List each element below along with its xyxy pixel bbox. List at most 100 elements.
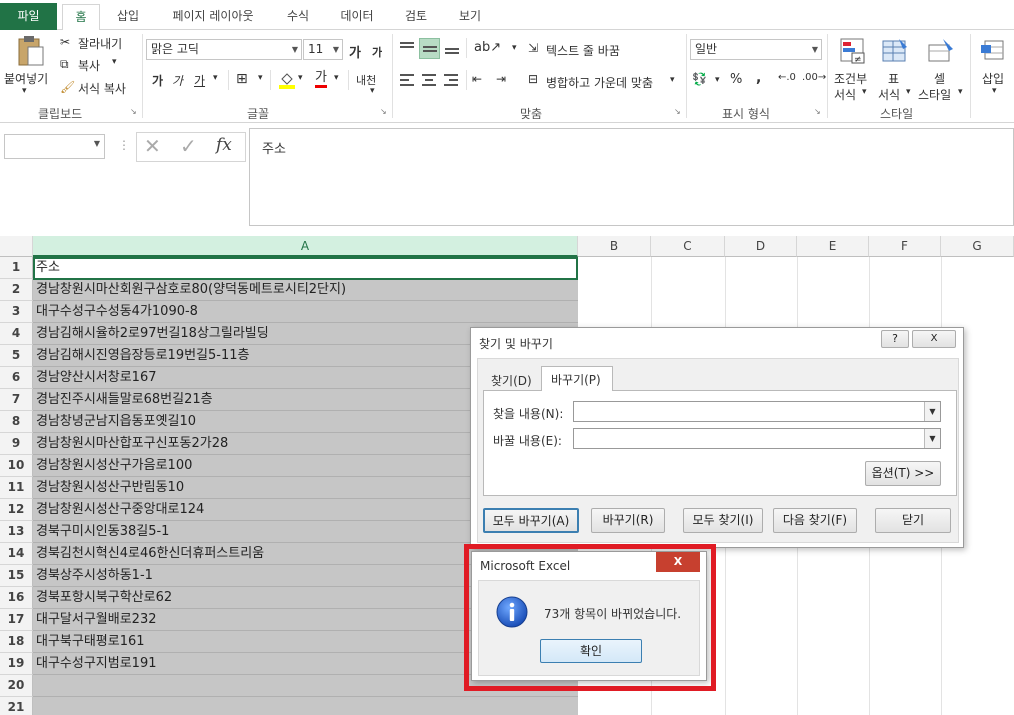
copy-icon[interactable]: ⧉	[60, 57, 69, 72]
tab-data[interactable]: 데이터	[332, 4, 382, 30]
orientation-dropdown-icon[interactable]: ▾	[512, 43, 517, 53]
row-header[interactable]: 10	[0, 455, 33, 477]
merge-center-button[interactable]: 병합하고 가운데 맞춤	[546, 74, 653, 91]
chevron-down-icon[interactable]: ▼	[924, 402, 940, 421]
row-header[interactable]: 13	[0, 521, 33, 543]
align-left-icon[interactable]	[398, 71, 416, 89]
border-icon[interactable]: ⊞	[236, 71, 248, 87]
tab-home[interactable]: 홈	[62, 4, 100, 31]
font-name-select[interactable]: 맑은 고딕 ▼	[146, 39, 302, 60]
font-size-select[interactable]: 11 ▼	[303, 39, 343, 60]
grow-font-button[interactable]: 가	[349, 42, 361, 61]
row-header[interactable]: 7	[0, 389, 33, 411]
format-as-table-button[interactable]: 표	[888, 70, 899, 87]
merge-center-icon[interactable]: ⊟	[528, 72, 538, 86]
row-header[interactable]: 4	[0, 323, 33, 345]
copy-button[interactable]: 복사	[78, 57, 100, 74]
insert-cells-icon[interactable]	[980, 36, 1008, 64]
cell-styles-button[interactable]: 셀	[934, 70, 945, 87]
row-header[interactable]: 12	[0, 499, 33, 521]
number-launcher-icon[interactable]: ↘	[814, 107, 821, 116]
tab-find[interactable]: 찾기(D)	[491, 372, 532, 389]
name-box[interactable]: ▼	[4, 134, 105, 159]
row-header[interactable]: 16	[0, 587, 33, 609]
paste-icon[interactable]	[14, 34, 48, 68]
italic-button[interactable]: 가	[172, 72, 183, 89]
cell-a[interactable]	[33, 697, 578, 715]
number-format-select[interactable]: 일반 ▼	[690, 39, 822, 60]
replace-button[interactable]: 바꾸기(R)	[591, 508, 665, 533]
alignment-launcher-icon[interactable]: ↘	[674, 107, 681, 116]
chevron-down-icon[interactable]: ▼	[924, 429, 940, 448]
decrease-decimal-icon[interactable]: .00→	[802, 72, 826, 83]
find-next-button[interactable]: 다음 찾기(F)	[773, 508, 857, 533]
percent-button[interactable]: %	[730, 72, 742, 87]
insert-cells-button[interactable]: 삽입	[982, 70, 1004, 87]
shrink-font-button[interactable]: 가	[372, 44, 382, 60]
cancel-icon[interactable]: ✕	[144, 134, 161, 158]
row-header[interactable]: 15	[0, 565, 33, 587]
conditional-dropdown-icon[interactable]: ▾	[862, 87, 867, 97]
cell-styles-dropdown-icon[interactable]: ▾	[958, 87, 963, 97]
row-header[interactable]: 18	[0, 631, 33, 653]
column-header-g[interactable]: G	[941, 236, 1014, 257]
column-header-c[interactable]: C	[651, 236, 725, 257]
conditional-format-button[interactable]: 조건부	[834, 70, 867, 87]
find-all-button[interactable]: 모두 찾기(I)	[683, 508, 763, 533]
phonetic-dropdown-icon[interactable]: ▾	[370, 86, 375, 96]
wrap-text-button[interactable]: 텍스트 줄 바꿈	[546, 42, 620, 59]
tab-replace[interactable]: 바꾸기(P)	[551, 371, 601, 388]
align-center-icon[interactable]	[420, 71, 438, 89]
row-header[interactable]: 17	[0, 609, 33, 631]
conditional-format-icon[interactable]: ≠	[838, 36, 868, 66]
bold-button[interactable]: 가	[152, 72, 163, 89]
decrease-indent-icon[interactable]: ⇤	[472, 72, 482, 86]
replace-all-button[interactable]: 모두 바꾸기(A)	[483, 508, 579, 533]
replace-input[interactable]: ▼	[573, 428, 941, 449]
font-color-dropdown-icon[interactable]: ▾	[334, 73, 339, 83]
border-dropdown-icon[interactable]: ▾	[258, 73, 263, 83]
enter-icon[interactable]: ✓	[180, 134, 197, 158]
increase-decimal-icon[interactable]: ←.0	[778, 72, 796, 83]
merge-dropdown-icon[interactable]: ▾	[670, 75, 675, 85]
wrap-text-icon[interactable]: ⇲	[528, 41, 538, 55]
format-painter-icon[interactable]: 🖌	[60, 80, 75, 94]
font-color-button[interactable]: 가	[315, 70, 327, 88]
row-header[interactable]: 5	[0, 345, 33, 367]
options-button[interactable]: 옵션(T) >>	[865, 461, 941, 486]
format-as-table-icon[interactable]	[880, 36, 910, 66]
column-header-b[interactable]: B	[578, 236, 651, 257]
column-header-f[interactable]: F	[869, 236, 941, 257]
insert-dropdown-icon[interactable]: ▾	[992, 86, 997, 96]
cut-icon[interactable]: ✂	[60, 35, 70, 49]
row-header[interactable]: 20	[0, 675, 33, 697]
row-header[interactable]: 21	[0, 697, 33, 715]
align-middle-icon[interactable]	[419, 38, 440, 59]
tab-file[interactable]: 파일	[0, 3, 57, 30]
tab-page-layout[interactable]: 페이지 레이아웃	[160, 4, 266, 30]
paste-button[interactable]: 붙여넣기	[4, 70, 48, 87]
table-dropdown-icon[interactable]: ▾	[906, 87, 911, 97]
row-header[interactable]: 11	[0, 477, 33, 499]
orientation-icon[interactable]: ab↗	[474, 40, 501, 55]
tab-insert[interactable]: 삽입	[108, 4, 148, 30]
align-right-icon[interactable]	[442, 71, 460, 89]
column-header-a[interactable]: A	[33, 236, 578, 257]
format-painter-button[interactable]: 서식 복사	[78, 80, 126, 97]
tab-review[interactable]: 검토	[394, 4, 438, 30]
cell-a[interactable]: 대구수성구수성동4가1090-8	[33, 301, 578, 323]
row-header[interactable]: 1	[0, 257, 33, 279]
help-button[interactable]: ?	[881, 330, 909, 348]
copy-dropdown-icon[interactable]: ▾	[112, 57, 117, 67]
font-launcher-icon[interactable]: ↘	[380, 107, 387, 116]
accounting-dropdown-icon[interactable]: ▾	[715, 75, 720, 85]
cell-a[interactable]: 경남창원시마산회원구삼호로80(양덕동메트로시티2단지)	[33, 279, 578, 301]
cut-button[interactable]: 잘라내기	[78, 35, 122, 52]
dialog-close-button[interactable]: X	[912, 330, 956, 348]
column-header-d[interactable]: D	[725, 236, 797, 257]
row-header[interactable]: 9	[0, 433, 33, 455]
select-all-corner[interactable]	[0, 236, 33, 257]
underline-dropdown-icon[interactable]: ▾	[213, 73, 218, 83]
fill-color-dropdown-icon[interactable]: ▾	[298, 73, 303, 83]
row-header[interactable]: 8	[0, 411, 33, 433]
